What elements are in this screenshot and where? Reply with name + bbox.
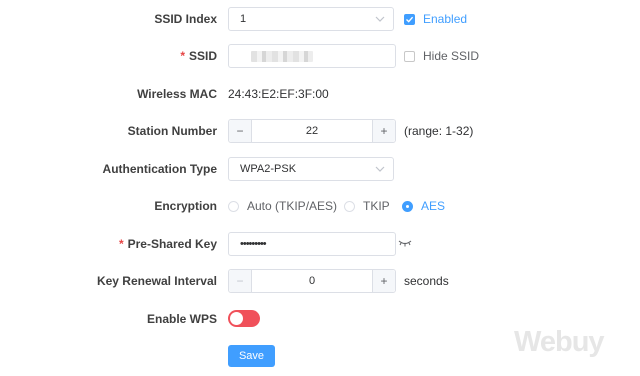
required-mark: * xyxy=(180,49,185,63)
hide-ssid-checkbox[interactable]: Hide SSID xyxy=(404,44,479,68)
checkbox-unchecked-icon xyxy=(404,50,415,62)
radio-unselected-icon xyxy=(344,200,355,212)
checkbox-checked-icon xyxy=(404,13,415,25)
seconds-unit: seconds xyxy=(404,274,449,288)
key-renewal-value[interactable]: 0 xyxy=(251,270,373,292)
increment-button[interactable]: + xyxy=(372,270,395,292)
station-number-value[interactable]: 22 xyxy=(251,120,373,142)
station-number-row: Station Number − 22 + (range: 1-32) xyxy=(0,119,640,143)
decrement-button[interactable]: − xyxy=(229,120,252,142)
required-mark: * xyxy=(118,237,124,251)
radio-auto-label: Auto (TKIP/AES) xyxy=(247,199,338,213)
encryption-label: Encryption xyxy=(154,199,217,213)
save-button[interactable]: Save xyxy=(228,345,275,367)
psk-label: * Pre-Shared Key xyxy=(118,237,217,251)
radio-selected-icon xyxy=(402,200,413,212)
enabled-label: Enabled xyxy=(423,12,468,26)
radio-unselected-icon xyxy=(228,200,239,212)
station-range-hint: (range: 1-32) xyxy=(404,124,474,138)
radio-aes[interactable]: AES xyxy=(402,194,445,218)
wireless-mac-value: 24:43:E2:EF:3F:00 xyxy=(228,87,329,101)
station-number-stepper[interactable]: − 22 + xyxy=(228,119,396,143)
ssid-label: * SSID xyxy=(180,49,217,63)
authentication-value: WPA2-PSK xyxy=(240,163,297,175)
wps-toggle[interactable] xyxy=(228,310,260,327)
wps-label: Enable WPS xyxy=(146,312,217,326)
hide-ssid-label: Hide SSID xyxy=(423,49,480,63)
chevron-down-icon xyxy=(375,16,385,22)
station-number-label: Station Number xyxy=(127,124,217,138)
key-renewal-label: Key Renewal Interval xyxy=(96,274,217,288)
ssid-input[interactable] xyxy=(228,44,396,68)
ssid-index-row: SSID Index 1 Enabled xyxy=(0,7,640,31)
chevron-down-icon xyxy=(375,166,385,172)
authentication-label: Authentication Type xyxy=(102,162,217,176)
ssid-row: * SSID Hide SSID xyxy=(0,44,640,68)
wireless-mac-label: Wireless MAC xyxy=(137,87,217,101)
radio-tkip-label: TKIP xyxy=(363,199,390,213)
decrement-button[interactable]: − xyxy=(229,270,252,292)
eye-closed-icon[interactable] xyxy=(398,238,412,248)
ssid-index-label: SSID Index xyxy=(154,12,217,26)
redacted-ssid-value xyxy=(251,51,313,62)
increment-button[interactable]: + xyxy=(372,120,395,142)
wireless-mac-row: Wireless MAC 24:43:E2:EF:3F:00 xyxy=(0,82,640,106)
psk-row: * Pre-Shared Key ••••••••• xyxy=(0,232,640,256)
toggle-knob xyxy=(230,312,243,325)
authentication-select[interactable]: WPA2-PSK xyxy=(228,157,394,181)
psk-input[interactable]: ••••••••• xyxy=(228,232,396,256)
radio-auto[interactable]: Auto (TKIP/AES) xyxy=(228,194,337,218)
authentication-row: Authentication Type WPA2-PSK xyxy=(0,157,640,181)
radio-tkip[interactable]: TKIP xyxy=(344,194,390,218)
enabled-checkbox[interactable]: Enabled xyxy=(404,7,467,31)
watermark-logo: Webuy xyxy=(514,326,605,358)
encryption-row: Encryption Auto (TKIP/AES) TKIP AES xyxy=(0,194,640,218)
radio-aes-label: AES xyxy=(421,199,446,213)
ssid-index-select[interactable]: 1 xyxy=(228,7,394,31)
psk-masked-value: ••••••••• xyxy=(240,238,267,250)
key-renewal-row: Key Renewal Interval − 0 + seconds xyxy=(0,269,640,293)
key-renewal-stepper[interactable]: − 0 + xyxy=(228,269,396,293)
ssid-index-value: 1 xyxy=(240,13,247,25)
